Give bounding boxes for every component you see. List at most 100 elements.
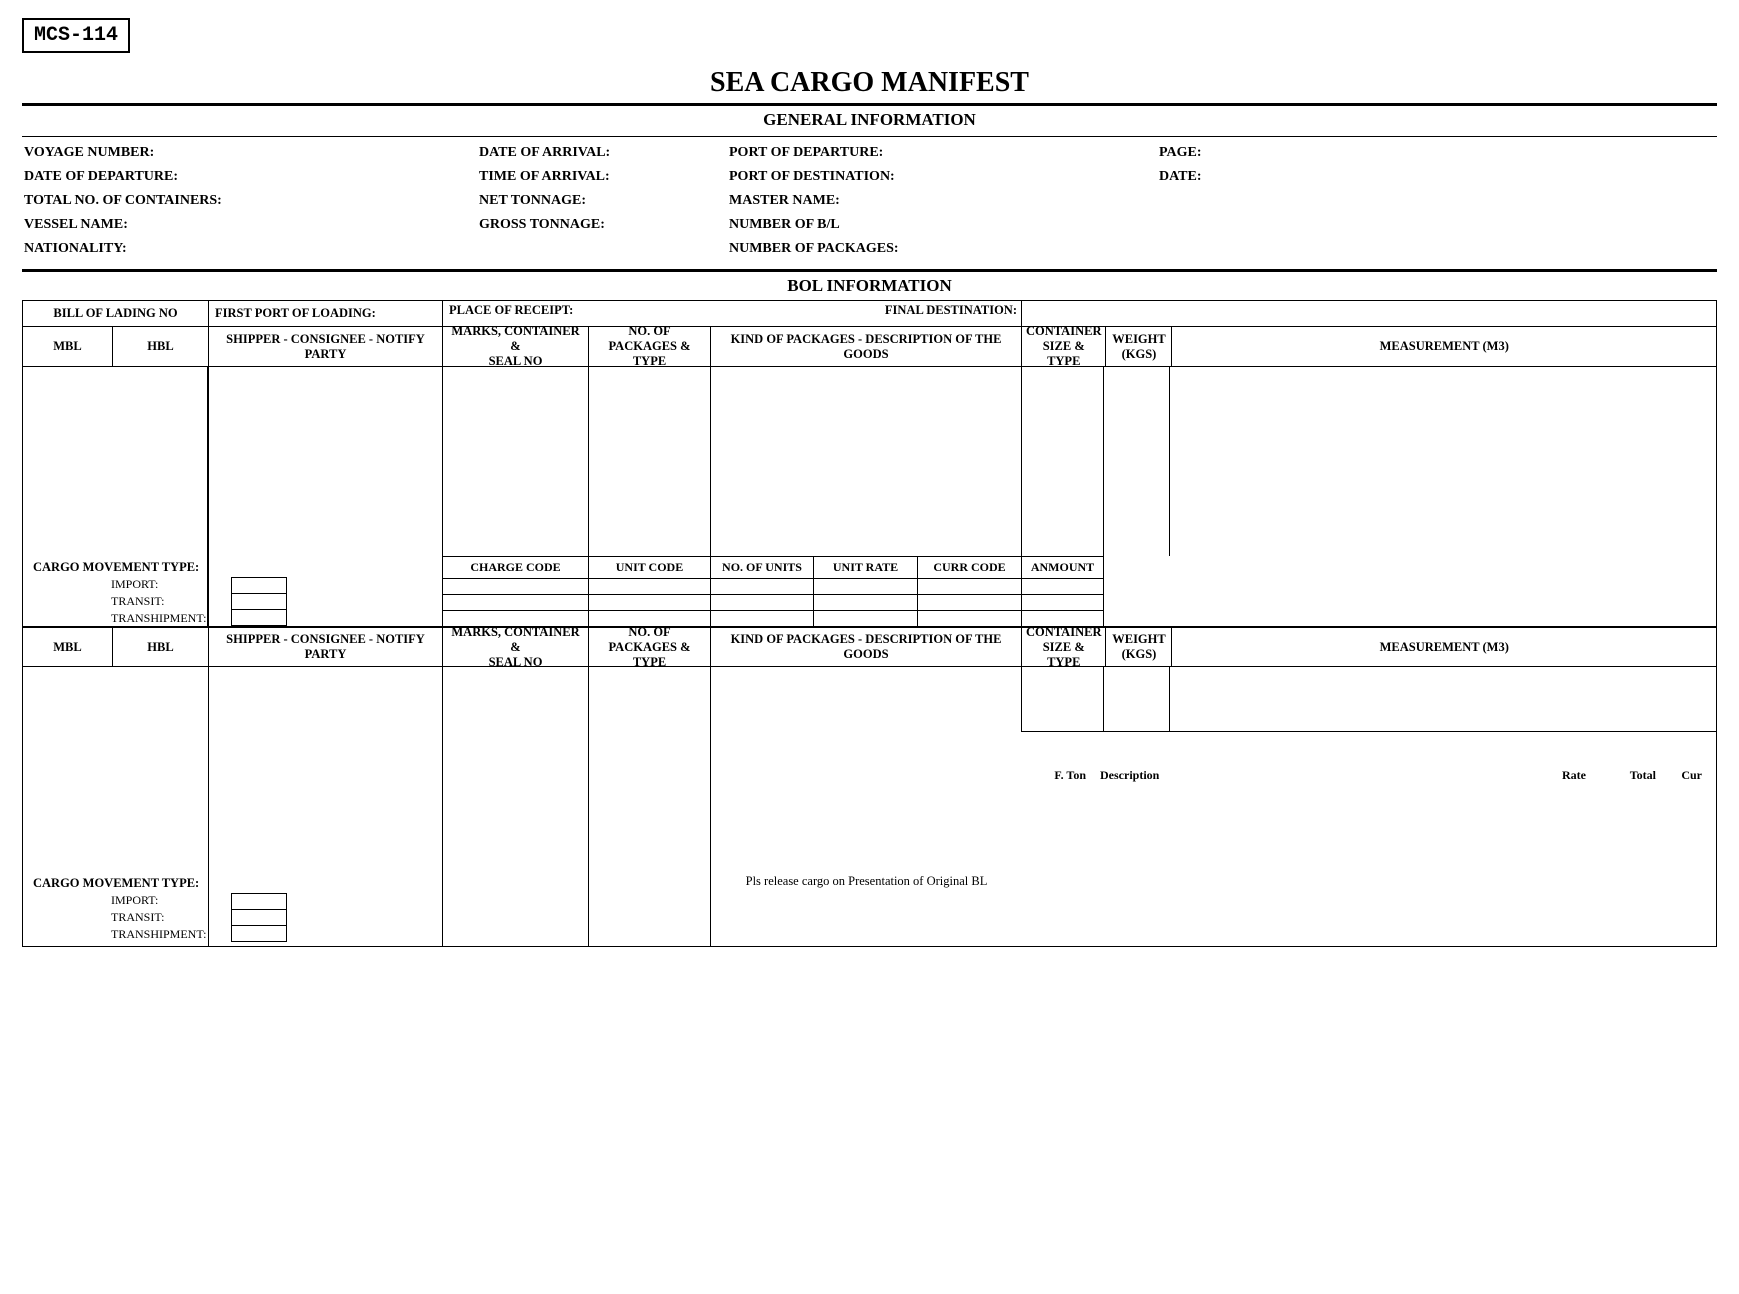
hdr-curr-code: CURR CODE: [918, 556, 1022, 578]
body2-marks-b: [443, 732, 589, 946]
checkbox-import[interactable]: [231, 577, 287, 594]
hdr-wt-2: (KGS): [1122, 647, 1157, 662]
charge-cell: [589, 578, 711, 594]
hdr-pkg-1: NO. OF PACKAGES &: [593, 324, 706, 354]
hdr-weight: WEIGHT (KGS): [1106, 326, 1172, 366]
body1-marks: [443, 366, 589, 556]
label-rate: Rate: [1182, 768, 1586, 783]
label-transhipment: TRANSHIPMENT:: [111, 611, 221, 626]
label-vessel-name: VESSEL NAME:: [24, 217, 469, 233]
document-title: SEA CARGO MANIFEST: [22, 67, 1717, 99]
label-transit: TRANSIT:: [111, 594, 221, 609]
charge-cell: [711, 594, 814, 610]
hdr-amount: ANMOUNT: [1022, 556, 1104, 578]
hdr-meas: MEASUREMENT (M3): [1172, 326, 1716, 366]
hdr-unit-rate: UNIT RATE: [814, 556, 918, 578]
label-total-containers: TOTAL NO. OF CONTAINERS:: [24, 193, 469, 209]
ft-row: F. Ton Description Rate Total Cur: [1022, 732, 1716, 783]
hdr-pkg: NO. OF PACKAGES & TYPE: [589, 626, 711, 666]
hdr-mbl: MBL: [23, 326, 113, 366]
hdr-wt-1: WEIGHT: [1112, 332, 1166, 347]
label-page: PAGE:: [1159, 145, 1715, 161]
hdr-shipper: SHIPPER - CONSIGNEE - NOTIFY PARTY: [209, 626, 443, 666]
hdr-desc: KIND OF PACKAGES - DESCRIPTION OF THE GO…: [711, 326, 1022, 366]
charge-cell: [1022, 594, 1104, 610]
hdr-marks-1: MARKS, CONTAINER &: [447, 324, 584, 354]
hdr-cont-1: CONTAINER: [1026, 324, 1101, 339]
divider: [22, 136, 1717, 137]
hdr-unit-code: UNIT CODE: [589, 556, 711, 578]
hdr-marks-1: MARKS, CONTAINER &: [447, 625, 584, 655]
checkbox-transhipment[interactable]: [231, 925, 287, 942]
hdr-pkg: NO. OF PACKAGES & TYPE: [589, 326, 711, 366]
charge-cell: [918, 594, 1022, 610]
hdr-wt-2: (KGS): [1122, 347, 1157, 362]
body2-pkg: [589, 666, 711, 732]
hdr-marks: MARKS, CONTAINER & SEAL NO: [443, 626, 589, 666]
body2-marks: [443, 666, 589, 732]
body1-pkg: [589, 366, 711, 556]
body2-cont: [1022, 666, 1104, 732]
hdr-cont-2: SIZE & TYPE: [1026, 640, 1101, 670]
body2-pkg-b: [589, 732, 711, 946]
bol-table: BILL OF LADING NO FIRST PORT OF LOADING:…: [22, 300, 1717, 947]
charge-cell: [814, 594, 918, 610]
hdr-place-final: PLACE OF RECEIPT: FINAL DESTINATION:: [443, 300, 1022, 326]
section-general-title: GENERAL INFORMATION: [22, 108, 1717, 134]
hdr-desc: KIND OF PACKAGES - DESCRIPTION OF THE GO…: [711, 626, 1022, 666]
cargo-movement-title: CARGO MOVEMENT TYPE:: [23, 874, 443, 893]
form-code: MCS-114: [22, 18, 130, 53]
charge-blank: [1104, 556, 1716, 578]
label-nationality: NATIONALITY:: [24, 241, 469, 257]
charge-cell: [711, 610, 814, 626]
hdr-pkg-1: NO. OF PACKAGES &: [593, 625, 706, 655]
release-note: Pls release cargo on Presentation of Ori…: [715, 734, 1018, 944]
checkbox-import[interactable]: [231, 893, 287, 910]
label-transhipment: TRANSHIPMENT:: [111, 927, 221, 942]
hdr-wt-1: WEIGHT: [1112, 632, 1166, 647]
label-date: DATE:: [1159, 169, 1715, 185]
label-gross-tonnage: GROSS TONNAGE:: [479, 217, 719, 233]
charge-cell: [918, 610, 1022, 626]
body1-cont: [1022, 366, 1104, 556]
hdr-hbl: HBL: [113, 626, 209, 666]
charge-blank: [1104, 610, 1716, 626]
label-net-tonnage: NET TONNAGE:: [479, 193, 719, 209]
label-voyage-number: VOYAGE NUMBER:: [24, 145, 469, 161]
charge-cell: [814, 610, 918, 626]
general-info-block: VOYAGE NUMBER: DATE OF DEPARTURE: TOTAL …: [22, 139, 1717, 267]
divider: [22, 269, 1717, 272]
charge-blank: [1104, 594, 1716, 610]
body1-meas: [1170, 366, 1716, 556]
label-description: Description: [1086, 768, 1182, 783]
body2-wt: [1104, 666, 1170, 732]
hdr-hbl: HBL: [113, 326, 209, 366]
hdr-first-port: FIRST PORT OF LOADING:: [209, 300, 443, 326]
body2-meas: [1170, 666, 1716, 732]
charge-cell: [589, 594, 711, 610]
charge-cell: [814, 578, 918, 594]
label-port-destination: PORT OF DESTINATION:: [729, 169, 1149, 185]
label-fton: F. Ton: [1022, 768, 1086, 783]
hdr-marks: MARKS, CONTAINER & SEAL NO: [443, 326, 589, 366]
checkbox-transit[interactable]: [231, 593, 287, 610]
checkbox-transhipment[interactable]: [231, 609, 287, 626]
hdr-no-units: NO. OF UNITS: [711, 556, 814, 578]
hdr-cont: CONTAINER SIZE & TYPE: [1022, 626, 1106, 666]
label-import: IMPORT:: [111, 577, 221, 592]
label-port-departure: PORT OF DEPARTURE:: [729, 145, 1149, 161]
label-time-arrival: TIME OF ARRIVAL:: [479, 169, 719, 185]
hdr-mbl: MBL: [23, 626, 113, 666]
charge-cell: [918, 578, 1022, 594]
charge-cell: [711, 578, 814, 594]
hdr-meas: MEASUREMENT (M3): [1172, 626, 1716, 666]
hdr-blank: [1022, 300, 1716, 326]
hdr-cont-1: CONTAINER: [1026, 625, 1101, 640]
hdr-cont: CONTAINER SIZE & TYPE: [1022, 326, 1106, 366]
section-bol-title: BOL INFORMATION: [22, 274, 1717, 300]
label-transit: TRANSIT:: [111, 910, 221, 925]
cargo-movement-title: CARGO MOVEMENT TYPE:: [23, 558, 443, 577]
checkbox-transit[interactable]: [231, 909, 287, 926]
body2-desc-b: Pls release cargo on Presentation of Ori…: [711, 732, 1022, 946]
hdr-place-receipt: PLACE OF RECEIPT:: [449, 303, 573, 318]
